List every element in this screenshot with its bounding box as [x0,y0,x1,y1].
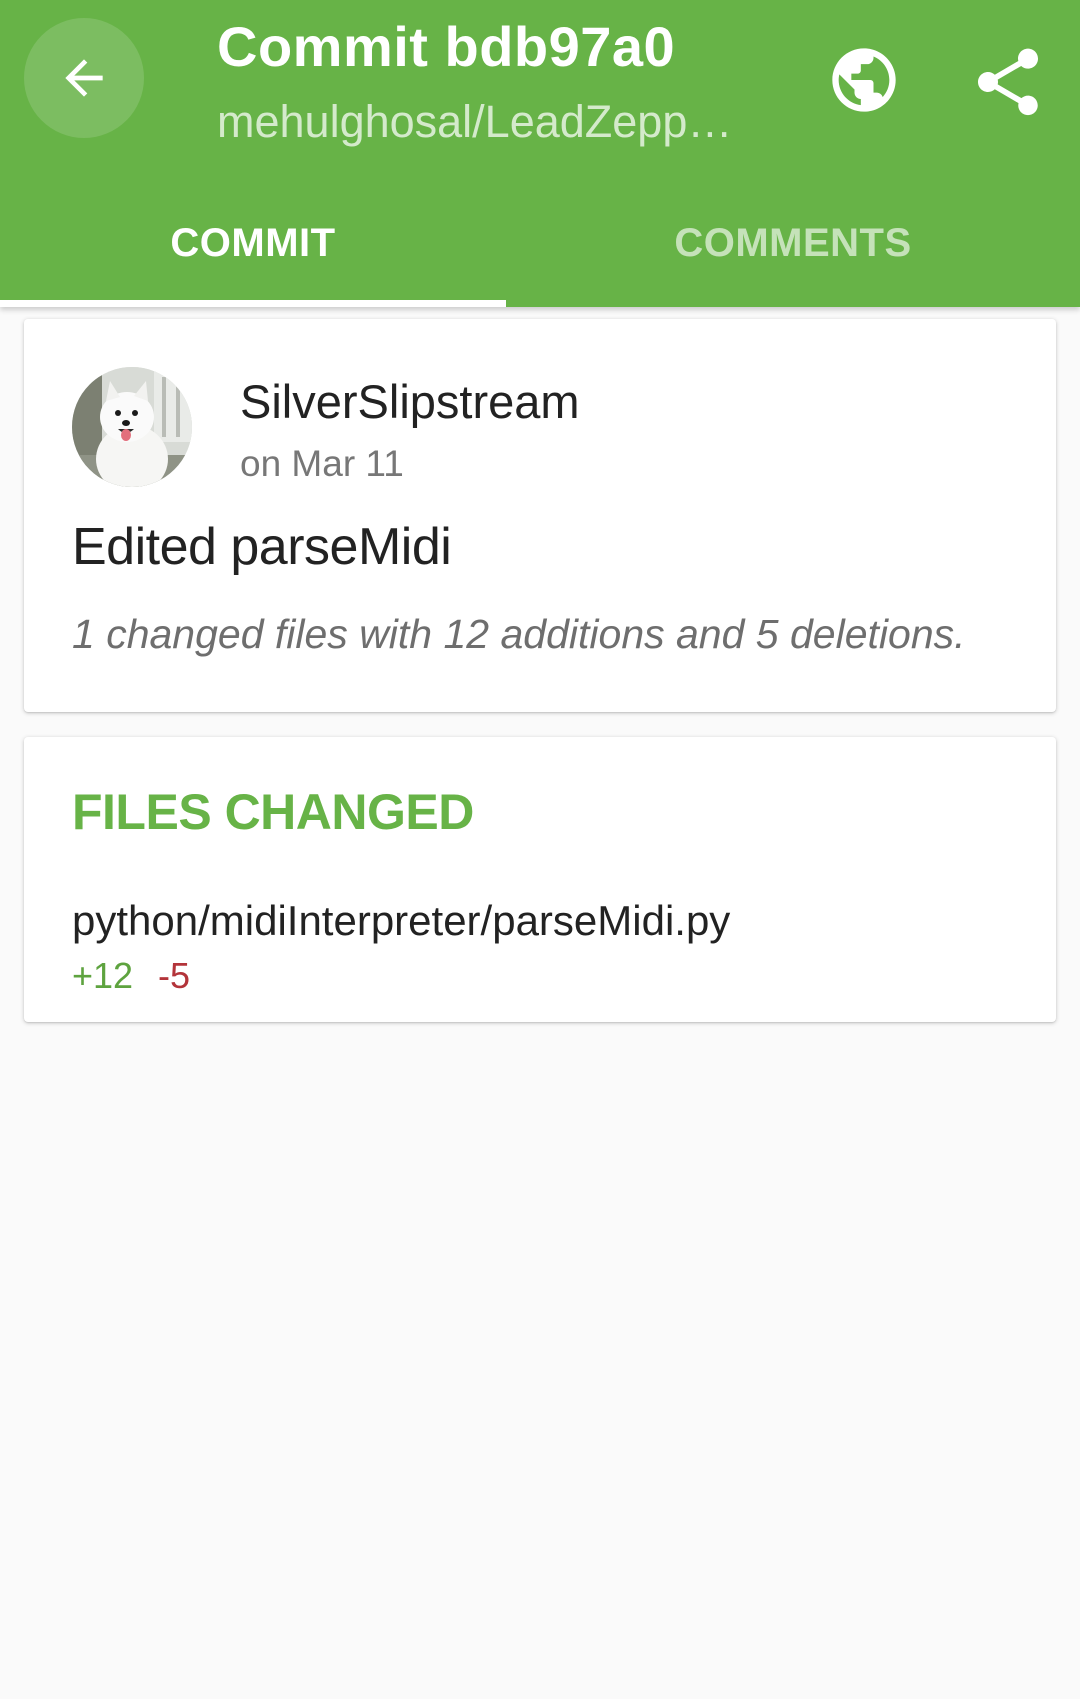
files-changed-card: FILES CHANGED python/midiInterpreter/par… [24,737,1056,1022]
change-summary: 1 changed files with 12 additions and 5 … [72,611,966,657]
file-path[interactable]: python/midiInterpreter/parseMidi.py [72,897,730,945]
commit-message: Edited parseMidi [72,518,452,576]
globe-icon [832,48,896,112]
file-additions: +12 [72,955,134,996]
app-bar: Commit bdb97a0 mehulghosal/LeadZeppelin … [0,0,1080,307]
open-in-browser-button[interactable] [826,42,902,118]
tab-comments[interactable]: COMMENTS [506,180,1080,307]
commit-date: on Mar 11 [240,443,404,484]
commit-author[interactable]: SilverSlipstream [240,374,580,429]
repository-subtitle: mehulghosal/LeadZeppelin [217,96,757,147]
arrow-back-icon [65,59,103,97]
tab-commit[interactable]: COMMIT [0,180,506,307]
tab-indicator [0,300,506,307]
back-button[interactable] [24,18,144,138]
avatar[interactable] [72,367,192,487]
author-avatar-image [72,367,192,487]
files-changed-header: FILES CHANGED [72,784,474,840]
share-button[interactable] [968,42,1048,122]
commit-details-card: SilverSlipstream on Mar 11 Edited parseM… [24,319,1056,712]
page-title: Commit bdb97a0 [217,15,676,78]
file-deletions: -5 [158,955,191,996]
share-icon [978,48,1038,116]
